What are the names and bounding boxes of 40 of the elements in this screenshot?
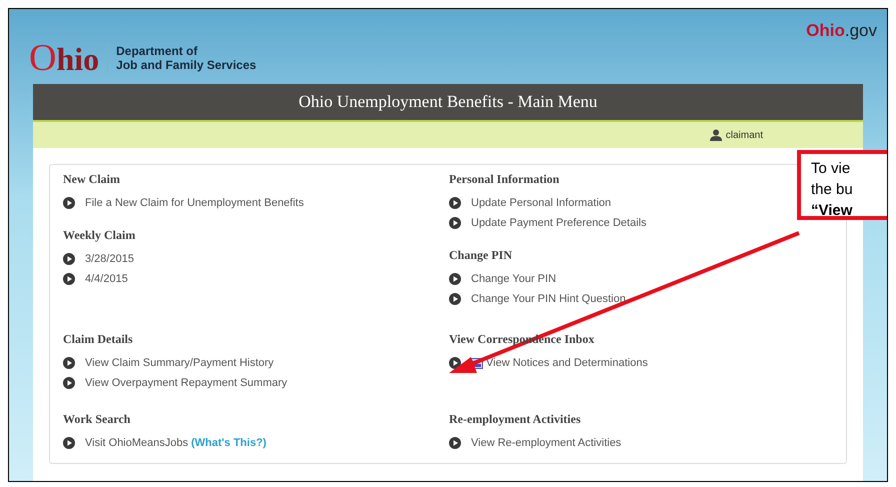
- user-icon: [710, 129, 722, 141]
- menu-link[interactable]: Change Your PIN: [471, 270, 556, 288]
- menu-link[interactable]: Update Personal Information: [471, 194, 612, 212]
- menu-link[interactable]: 3/28/2015: [85, 250, 134, 268]
- menu-link[interactable]: Visit OhioMeansJobs: [85, 434, 188, 452]
- play-icon[interactable]: [63, 273, 75, 285]
- department-name: Department of: [116, 44, 198, 58]
- menu-link[interactable]: View Claim Summary/Payment History: [85, 354, 274, 372]
- menu-link[interactable]: View Notices and Determinations: [486, 354, 648, 372]
- department-name: Job and Family Services: [116, 58, 256, 72]
- callout-text: the bu: [811, 181, 854, 199]
- section-heading: Personal Information: [449, 171, 560, 187]
- username[interactable]: claimant: [726, 128, 763, 142]
- ohio-gov-logo[interactable]: Ohio.gov: [806, 18, 877, 44]
- play-icon[interactable]: [63, 253, 75, 265]
- callout-text: “View: [811, 202, 854, 220]
- play-icon[interactable]: [63, 377, 75, 389]
- play-icon[interactable]: [63, 437, 75, 449]
- play-icon[interactable]: [449, 217, 461, 229]
- menu-link[interactable]: View Re-employment Activities: [471, 434, 622, 452]
- page-title: Ohio Unemployment Benefits - Main Menu: [298, 91, 598, 114]
- menu-link[interactable]: View Overpayment Repayment Summary: [85, 374, 288, 392]
- section-heading: Re-employment Activities: [449, 411, 581, 427]
- section-heading: Weekly Claim: [63, 227, 136, 243]
- section-heading: Work Search: [63, 411, 130, 427]
- callout-text: To vie: [811, 160, 852, 178]
- menu-link[interactable]: Update Payment Preference Details: [471, 214, 646, 232]
- ohio-logo: Ohio: [29, 39, 100, 77]
- play-icon[interactable]: [449, 197, 461, 209]
- section-heading: Change PIN: [449, 247, 512, 263]
- menu-link[interactable]: Change Your PIN Hint Question: [471, 290, 626, 308]
- section-heading: New Claim: [63, 171, 120, 187]
- play-icon[interactable]: [449, 437, 461, 449]
- play-icon[interactable]: [449, 293, 461, 305]
- play-icon[interactable]: [449, 273, 461, 285]
- section-heading: Claim Details: [63, 331, 133, 347]
- menu-link[interactable]: File a New Claim for Unemployment Benefits: [85, 194, 304, 212]
- menu-link[interactable]: 4/4/2015: [85, 270, 128, 288]
- play-icon[interactable]: [63, 197, 75, 209]
- play-icon[interactable]: [63, 357, 75, 369]
